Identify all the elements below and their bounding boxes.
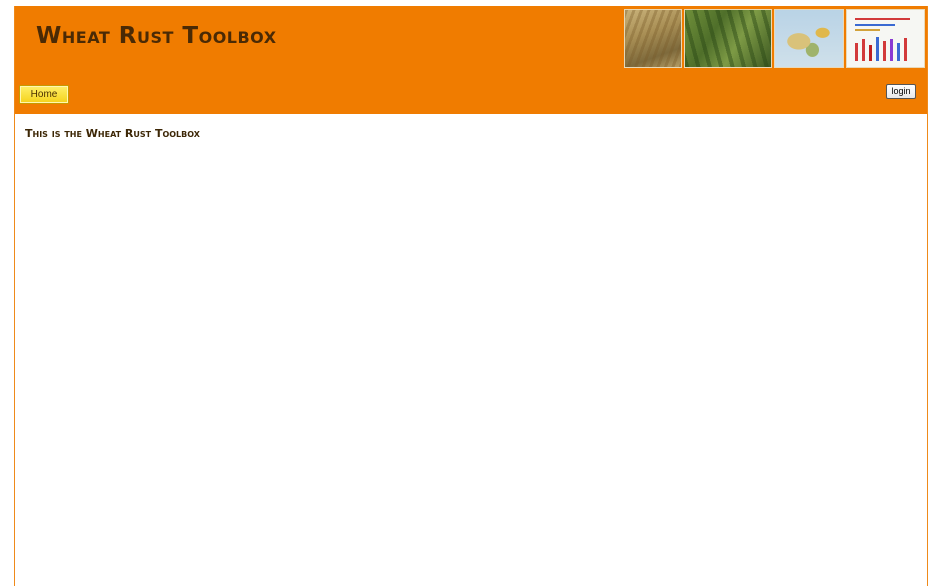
site-title: Wheat Rust Toolbox: [36, 23, 277, 49]
rust-chart-image: [846, 9, 925, 68]
site-header: Wheat Rust Toolbox Home login: [15, 6, 927, 114]
page-frame: Wheat Rust Toolbox Home login This is th: [14, 6, 928, 586]
rust-map-image: [774, 9, 844, 68]
wheat-ears-image: [624, 9, 682, 68]
page-heading: This is the Wheat Rust Toolbox: [25, 127, 200, 140]
home-button[interactable]: Home: [19, 85, 69, 104]
rusted-leaf-image: [684, 9, 772, 68]
header-banner: [624, 9, 925, 68]
login-button[interactable]: login: [886, 84, 916, 99]
